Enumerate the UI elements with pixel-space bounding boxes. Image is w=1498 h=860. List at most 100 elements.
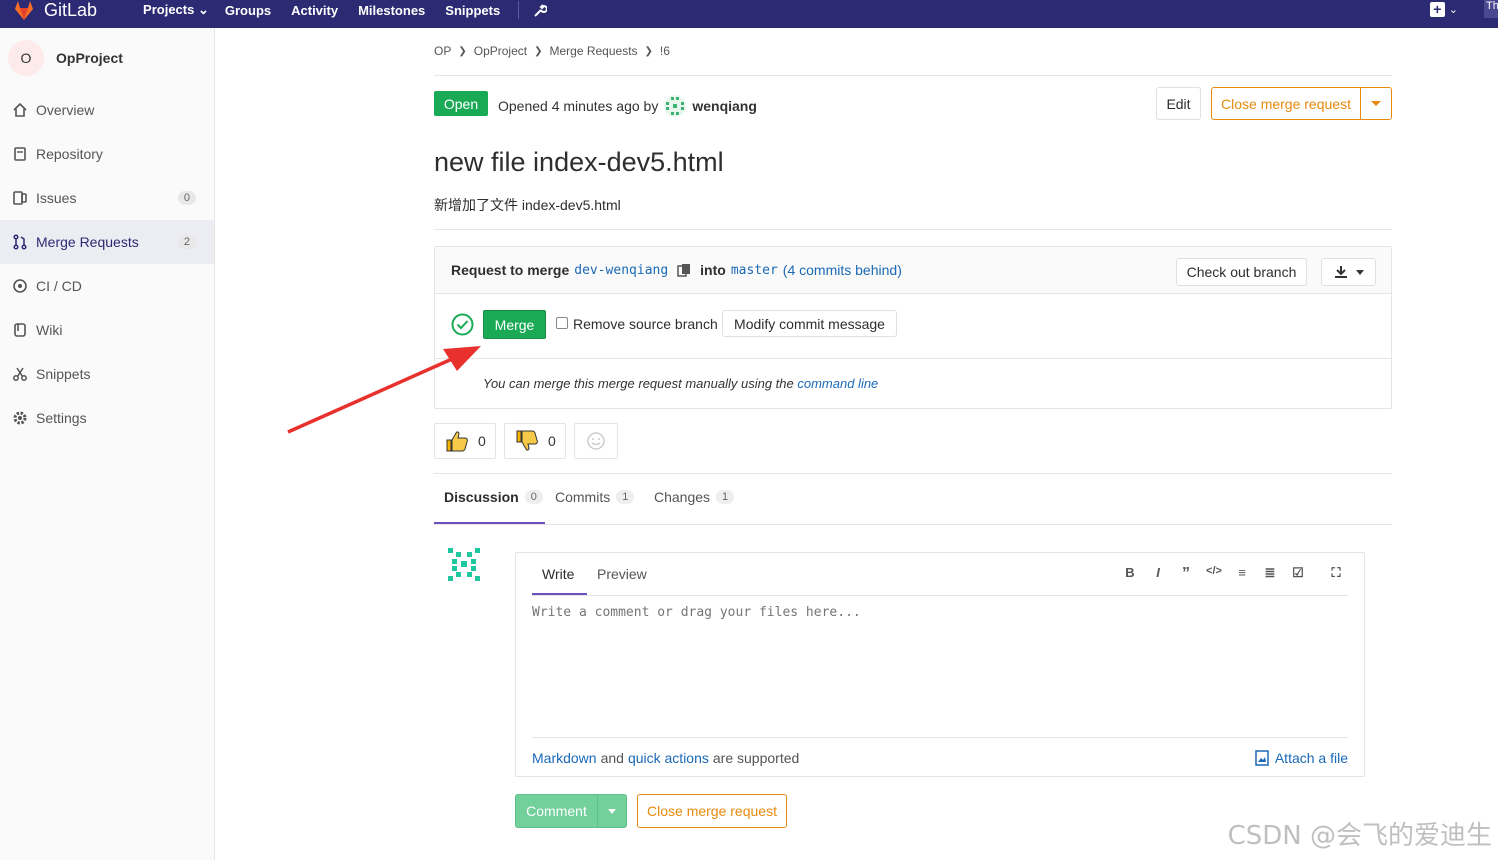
book-icon — [12, 146, 28, 162]
project-name: OpProject — [56, 50, 123, 66]
thumbs-up-award[interactable]: 0 — [434, 423, 496, 459]
comment-button[interactable]: Comment — [515, 794, 627, 828]
caret-down-icon — [608, 808, 616, 814]
remove-source-label: Remove source branch — [573, 316, 718, 332]
sidebar-item-overview[interactable]: Overview — [0, 88, 214, 132]
project-sidebar: O OpProject Overview Repository Issues 0… — [0, 28, 215, 860]
close-dropdown-toggle[interactable] — [1360, 87, 1392, 120]
sidebar-project-header[interactable]: O OpProject — [0, 28, 214, 88]
watermark: CSDN @会飞的爱迪生 — [1227, 821, 1492, 851]
sidebar-item-ci-cd[interactable]: CI / CD — [0, 264, 214, 308]
chevron-down-icon[interactable]: ⌄ — [1449, 3, 1458, 16]
issues-icon — [12, 190, 28, 206]
tab-label: Discussion — [444, 489, 519, 505]
code-icon[interactable]: </> — [1200, 565, 1228, 583]
sidebar-item-label: Merge Requests — [36, 234, 139, 250]
nav-groups[interactable]: Groups — [225, 3, 271, 18]
plus-square-icon[interactable]: + — [1429, 1, 1445, 17]
tab-write[interactable]: Write — [542, 566, 574, 582]
markdown-toolbar: B I ” </> ≡ ≣ ☑ ⛶ — [1116, 565, 1350, 583]
top-navbar: GitLab Projects ⌄ Groups Activity Milest… — [0, 0, 1498, 28]
wrench-icon[interactable] — [533, 3, 548, 17]
breadcrumb-project[interactable]: OpProject — [474, 44, 527, 58]
comment-dropdown-toggle[interactable] — [598, 808, 626, 814]
thumbs-up-icon — [446, 431, 468, 452]
tab-commits[interactable]: Commits 1 — [555, 489, 635, 505]
merge-actions-row: Merge Remove source branch Modify commit… — [435, 294, 1391, 359]
attach-file-button[interactable]: Attach a file — [1255, 750, 1348, 766]
remove-source-branch-option[interactable]: Remove source branch — [556, 316, 718, 332]
command-line-link[interactable]: command line — [797, 376, 878, 391]
editor-footer: Markdown and quick actions are supported… — [532, 737, 1348, 777]
target-branch[interactable]: master — [731, 263, 778, 278]
sidebar-item-merge-requests[interactable]: Merge Requests 2 — [0, 220, 214, 264]
author-name[interactable]: wenqiang — [692, 98, 757, 114]
markdown-link[interactable]: Markdown — [532, 750, 597, 766]
project-avatar: O — [8, 40, 44, 76]
caret-down-icon — [1371, 101, 1381, 106]
numbered-list-icon[interactable]: ≣ — [1256, 565, 1284, 583]
download-dropdown-button[interactable] — [1321, 258, 1376, 286]
quick-actions-link[interactable]: quick actions — [628, 750, 709, 766]
task-list-icon[interactable]: ☑ — [1284, 565, 1312, 583]
issues-count-badge: 0 — [177, 191, 196, 205]
edit-button[interactable]: Edit — [1156, 87, 1201, 120]
nav-divider — [518, 1, 520, 19]
mr-opened-info: Opened 4 minutes ago by wenqiang — [498, 95, 757, 117]
tab-count: 1 — [616, 490, 635, 504]
fullscreen-icon[interactable]: ⛶ — [1322, 565, 1350, 583]
sidebar-item-repository[interactable]: Repository — [0, 132, 214, 176]
thumbs-down-icon — [516, 430, 538, 451]
quote-icon[interactable]: ” — [1172, 565, 1200, 583]
close-merge-request-button[interactable]: Close merge request — [1211, 87, 1361, 120]
behind-paren-close: ) — [897, 262, 902, 278]
sidebar-item-settings[interactable]: Settings — [0, 396, 214, 440]
tab-count: 1 — [716, 490, 735, 504]
breadcrumb-mr-id[interactable]: !6 — [660, 44, 670, 58]
divider — [434, 229, 1392, 230]
request-to-merge-label: Request to merge — [451, 262, 570, 278]
tab-discussion[interactable]: Discussion 0 — [444, 489, 543, 505]
tab-preview[interactable]: Preview — [597, 566, 647, 582]
bold-icon[interactable]: B — [1116, 565, 1144, 583]
sidebar-item-snippets[interactable]: Snippets — [0, 352, 214, 396]
modify-commit-message-button[interactable]: Modify commit message — [722, 310, 897, 337]
author-avatar[interactable] — [664, 95, 687, 117]
merge-button[interactable]: Merge — [483, 310, 546, 339]
source-branch[interactable]: dev-wenqiang — [574, 263, 668, 278]
tab-changes[interactable]: Changes 1 — [654, 489, 735, 505]
top-edge-cut[interactable]: Th — [1484, 0, 1498, 18]
nav-activity[interactable]: Activity — [291, 3, 338, 18]
sidebar-item-wiki[interactable]: Wiki — [0, 308, 214, 352]
manual-merge-text: You can merge this merge request manuall… — [483, 376, 794, 391]
check-out-branch-button[interactable]: Check out branch — [1176, 258, 1307, 286]
chevron-right-icon: ❯ — [534, 45, 543, 57]
bullet-list-icon[interactable]: ≡ — [1228, 565, 1256, 583]
divider — [434, 75, 1392, 76]
sidebar-item-issues[interactable]: Issues 0 — [0, 176, 214, 220]
copy-icon[interactable] — [677, 263, 691, 277]
gitlab-logo[interactable]: GitLab — [12, 0, 97, 21]
file-image-icon — [1255, 749, 1269, 766]
top-right-actions: + ⌄ — [1429, 0, 1458, 18]
divider — [434, 524, 1392, 525]
add-reaction-button[interactable] — [574, 423, 618, 459]
breadcrumb-merge-requests[interactable]: Merge Requests — [549, 44, 637, 58]
tab-label: Changes — [654, 489, 711, 505]
nav-projects[interactable]: Projects ⌄ — [143, 2, 209, 18]
thumbs-down-award[interactable]: 0 — [504, 423, 566, 459]
thumbs-down-count: 0 — [548, 433, 556, 449]
sidebar-item-label: Wiki — [36, 322, 63, 338]
breadcrumb-op[interactable]: OP — [434, 44, 451, 58]
close-merge-request-bottom-button[interactable]: Close merge request — [637, 794, 787, 828]
sidebar-item-label: Settings — [36, 410, 87, 426]
comment-textarea[interactable] — [526, 599, 1354, 733]
nav-milestones[interactable]: Milestones — [358, 3, 425, 18]
remove-source-checkbox[interactable] — [556, 316, 568, 329]
commits-behind-link[interactable]: 4 commits behind — [787, 262, 897, 278]
italic-icon[interactable]: I — [1144, 565, 1172, 583]
status-badge: Open — [434, 91, 488, 116]
chevron-right-icon: ❯ — [644, 45, 653, 57]
nav-snippets[interactable]: Snippets — [445, 3, 500, 18]
thumbs-up-count: 0 — [478, 433, 486, 449]
